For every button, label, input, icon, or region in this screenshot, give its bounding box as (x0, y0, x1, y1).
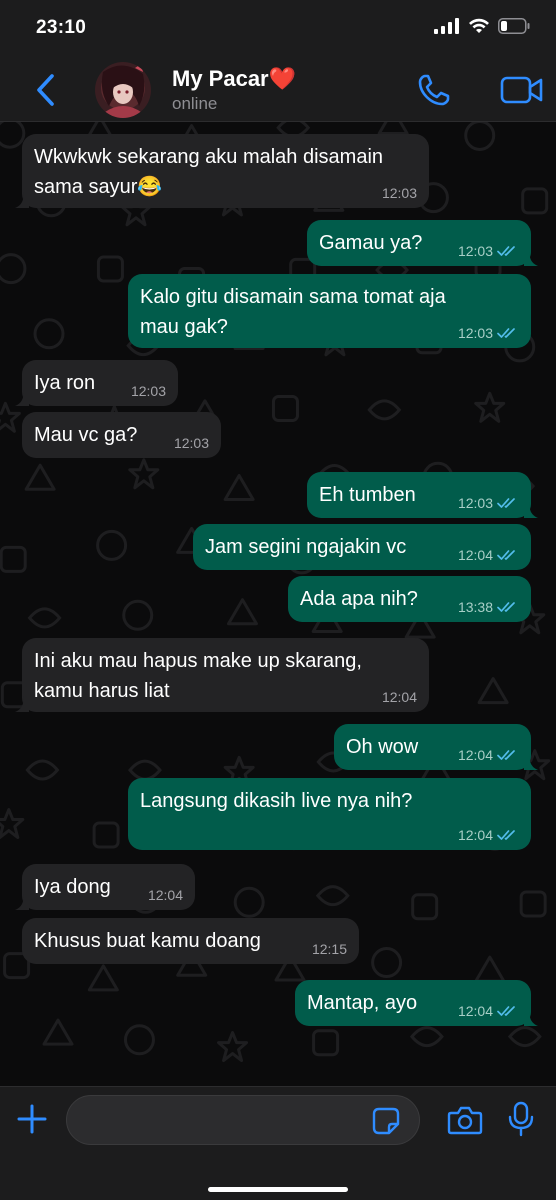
message-meta: 12:03 (458, 325, 519, 341)
message-time: 12:15 (311, 941, 347, 957)
read-receipt-icon (497, 246, 515, 256)
outgoing-message[interactable]: Mantap, ayo 12:04 (295, 980, 538, 1026)
status-bar: 23:10 (0, 0, 556, 58)
incoming-message[interactable]: Iya ron 12:03 (15, 360, 178, 406)
chat-header: My Pacar❤️ online (0, 58, 556, 122)
input-bar (0, 1086, 556, 1200)
bubble-tail (15, 390, 29, 406)
message-meta: 12:03 (174, 435, 209, 451)
message-time: 12:04 (457, 1003, 493, 1019)
voice-call-button[interactable] (416, 72, 452, 108)
message-meta: 12:03 (131, 383, 166, 399)
outgoing-message[interactable]: Jam segini ngajakin vc 12:04 (193, 524, 531, 570)
read-receipt-icon (497, 328, 515, 338)
message-meta: 12:03 (458, 495, 519, 511)
microphone-button[interactable] (508, 1101, 534, 1137)
incoming-message[interactable]: Iya dong 12:04 (15, 864, 195, 910)
camera-icon (447, 1106, 483, 1135)
message-text: Langsung dikasih live nya nih? (140, 790, 413, 812)
camera-button[interactable] (447, 1105, 483, 1135)
incoming-message[interactable]: Khusus buat kamu doang 12:15 (22, 918, 359, 964)
video-camera-icon (500, 76, 543, 104)
incoming-message[interactable]: Ini aku mau hapus make up skarang, kamu … (15, 638, 429, 712)
cellular-signal-icon (434, 18, 459, 34)
message-time: 12:03 (457, 325, 493, 341)
outgoing-message[interactable]: Langsung dikasih live nya nih? 12:04 (128, 778, 531, 850)
message-time: 12:04 (457, 547, 493, 563)
message-meta: 12:04 (458, 547, 519, 563)
bubble-tail (524, 250, 538, 266)
outgoing-message[interactable]: Kalo gitu disamain sama tomat aja mau ga… (128, 274, 531, 348)
message-text: Khusus buat kamu doang (34, 930, 261, 952)
outgoing-message[interactable]: Eh tumben 12:03 (307, 472, 538, 518)
message-text: Wkwkwk sekarang aku malah disamain sama … (34, 146, 384, 198)
read-receipt-icon (497, 1006, 515, 1016)
read-receipt-icon (497, 750, 515, 760)
message-meta: 13:38 (458, 599, 519, 615)
message-meta: 12:15 (312, 941, 347, 957)
bubble-tail (524, 1010, 538, 1026)
home-indicator (208, 1187, 348, 1192)
incoming-message[interactable]: Wkwkwk sekarang aku malah disamain sama … (15, 134, 429, 208)
read-receipt-icon (497, 550, 515, 560)
message-time: 12:03 (381, 185, 417, 201)
message-time: 12:03 (457, 495, 493, 511)
bubble-tail (524, 754, 538, 770)
status-time: 23:10 (36, 17, 87, 38)
message-time: 12:03 (457, 243, 493, 259)
contact-status: online (172, 94, 218, 113)
message-meta: 12:04 (148, 887, 183, 903)
plus-icon (17, 1104, 47, 1134)
wifi-icon (469, 18, 489, 33)
contact-name[interactable]: My Pacar❤️ (172, 66, 296, 92)
message-meta: 12:04 (458, 827, 519, 843)
message-time: 12:03 (173, 435, 209, 451)
read-receipt-icon (497, 830, 515, 840)
sticker-icon (372, 1107, 400, 1135)
back-chevron-icon (37, 74, 54, 106)
outgoing-message[interactable]: Ada apa nih? 13:38 (288, 576, 531, 622)
outgoing-message[interactable]: Oh wow 12:04 (334, 724, 538, 770)
message-meta: 12:04 (458, 1003, 519, 1019)
bubble-tail (15, 696, 29, 712)
message-meta: 12:04 (382, 689, 417, 705)
message-meta: 12:03 (382, 185, 417, 201)
status-icons (434, 18, 530, 34)
video-call-button[interactable] (500, 74, 544, 106)
message-time: 13:38 (457, 599, 493, 615)
chat-area[interactable]: Wkwkwk sekarang aku malah disamain sama … (0, 122, 556, 1086)
message-time: 12:04 (147, 887, 183, 903)
incoming-message[interactable]: Mau vc ga? 12:03 (22, 412, 221, 458)
message-text: Ini aku mau hapus make up skarang, kamu … (34, 650, 362, 702)
message-time: 12:04 (381, 689, 417, 705)
sticker-button[interactable] (372, 1107, 400, 1135)
bubble-tail (15, 894, 29, 910)
avatar[interactable] (95, 62, 151, 118)
read-receipt-icon (497, 498, 515, 508)
message-meta: 12:04 (458, 747, 519, 763)
bubble-tail (524, 502, 538, 518)
avatar-image (95, 62, 151, 118)
outgoing-message[interactable]: Gamau ya? 12:03 (307, 220, 538, 266)
battery-icon (498, 18, 530, 34)
microphone-icon (508, 1101, 534, 1137)
bubble-tail (15, 192, 29, 208)
attach-button[interactable] (16, 1103, 48, 1135)
message-time: 12:04 (457, 827, 493, 843)
message-input[interactable] (66, 1095, 420, 1145)
message-time: 12:04 (457, 747, 493, 763)
phone-icon (418, 74, 450, 106)
message-meta: 12:03 (458, 243, 519, 259)
message-time: 12:03 (130, 383, 166, 399)
read-receipt-icon (497, 602, 515, 612)
back-button[interactable] (32, 72, 62, 108)
